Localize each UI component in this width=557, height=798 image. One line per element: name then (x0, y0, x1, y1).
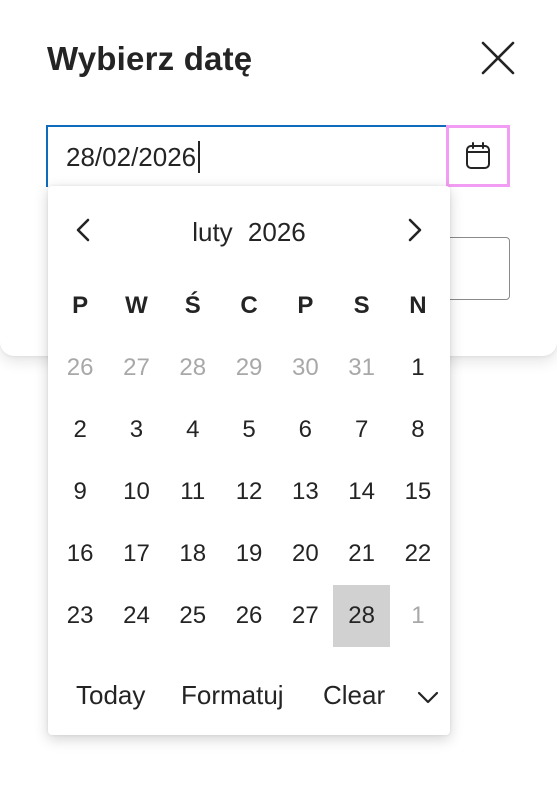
calendar-week: 2 3 4 5 6 7 8 (52, 399, 448, 461)
calendar-week: 26 27 28 29 30 31 1 (52, 337, 448, 399)
calendar-day[interactable]: 26 (52, 337, 108, 399)
chevron-down-icon (417, 691, 439, 704)
weekday-label: S (353, 292, 370, 319)
calendar-day[interactable]: 9 (52, 461, 108, 523)
weekday-label: Ś (184, 292, 201, 319)
calendar-day[interactable]: 28 (165, 337, 221, 399)
calendar-day[interactable]: 27 (277, 585, 333, 647)
calendar-day[interactable]: 4 (165, 399, 221, 461)
weekday-label: P (72, 292, 89, 319)
calendar-day[interactable]: 15 (390, 461, 446, 523)
date-input[interactable]: 28/02/2026 (46, 125, 446, 187)
close-button[interactable] (478, 38, 518, 78)
calendar-day[interactable]: 31 (333, 337, 389, 399)
calendar-week: 16 17 18 19 20 21 22 (52, 523, 448, 585)
calendar-week: 9 10 11 12 13 14 15 (52, 461, 448, 523)
dialog-action-button[interactable] (440, 237, 510, 300)
calendar-day[interactable]: 21 (333, 523, 389, 585)
calendar-day[interactable]: 6 (277, 399, 333, 461)
calendar-week: 23 24 25 26 27 28 1 (52, 585, 448, 647)
calendar-day[interactable]: 5 (221, 399, 277, 461)
calendar-icon (466, 142, 490, 169)
calendar-day[interactable]: 1 (390, 337, 446, 399)
calendar-day[interactable]: 3 (108, 399, 164, 461)
close-icon (481, 41, 515, 75)
clear-button[interactable]: Clear (323, 680, 385, 711)
calendar-day[interactable]: 10 (108, 461, 164, 523)
calendar-day[interactable]: 29 (221, 337, 277, 399)
calendar-day[interactable]: 17 (108, 523, 164, 585)
chevron-right-icon (408, 218, 422, 242)
page: Wybierz datę 28/02/2026 luty 2026 P W Ś … (0, 0, 557, 798)
calendar-popup: luty 2026 P W Ś C P S N 26 27 28 29 30 3… (48, 186, 450, 735)
calendar-day[interactable]: 7 (333, 399, 389, 461)
calendar-day[interactable]: 26 (221, 585, 277, 647)
weekday-label: N (409, 292, 427, 319)
calendar-day[interactable]: 24 (108, 585, 164, 647)
calendar-day[interactable]: 12 (221, 461, 277, 523)
calendar-day[interactable]: 14 (333, 461, 389, 523)
dialog-title: Wybierz datę (47, 40, 253, 77)
calendar-day[interactable]: 1 (390, 585, 446, 647)
year-label: 2026 (247, 217, 306, 247)
calendar-day[interactable]: 11 (165, 461, 221, 523)
calendar-day[interactable]: 18 (165, 523, 221, 585)
weekday-header: P W Ś C P S N (52, 292, 448, 320)
calendar-day[interactable]: 13 (277, 461, 333, 523)
calendar-day[interactable]: 2 (52, 399, 108, 461)
open-calendar-button[interactable] (446, 125, 510, 187)
month-label: luty (192, 217, 233, 247)
calendar-day[interactable]: 22 (390, 523, 446, 585)
weekday-label: P (297, 292, 314, 319)
calendar-day[interactable]: 8 (390, 399, 446, 461)
calendar-day[interactable]: 23 (52, 585, 108, 647)
date-input-value[interactable]: 28/02/2026 (66, 141, 201, 173)
calendar-day[interactable]: 16 (52, 523, 108, 585)
month-year-label[interactable]: luty 2026 (48, 217, 450, 248)
today-button[interactable]: Today (76, 680, 145, 711)
calendar-day-selected[interactable]: 28 (333, 585, 390, 647)
calendar-day[interactable]: 19 (221, 523, 277, 585)
calendar-day[interactable]: 25 (165, 585, 221, 647)
next-month-button[interactable] (398, 214, 430, 246)
calendar-day[interactable]: 30 (277, 337, 333, 399)
calendar-day[interactable]: 27 (108, 337, 164, 399)
expand-button[interactable] (414, 683, 442, 711)
format-button[interactable]: Formatuj (181, 680, 284, 711)
calendar-day[interactable]: 20 (277, 523, 333, 585)
weekday-label: C (240, 292, 258, 319)
weekday-label: W (125, 292, 148, 319)
